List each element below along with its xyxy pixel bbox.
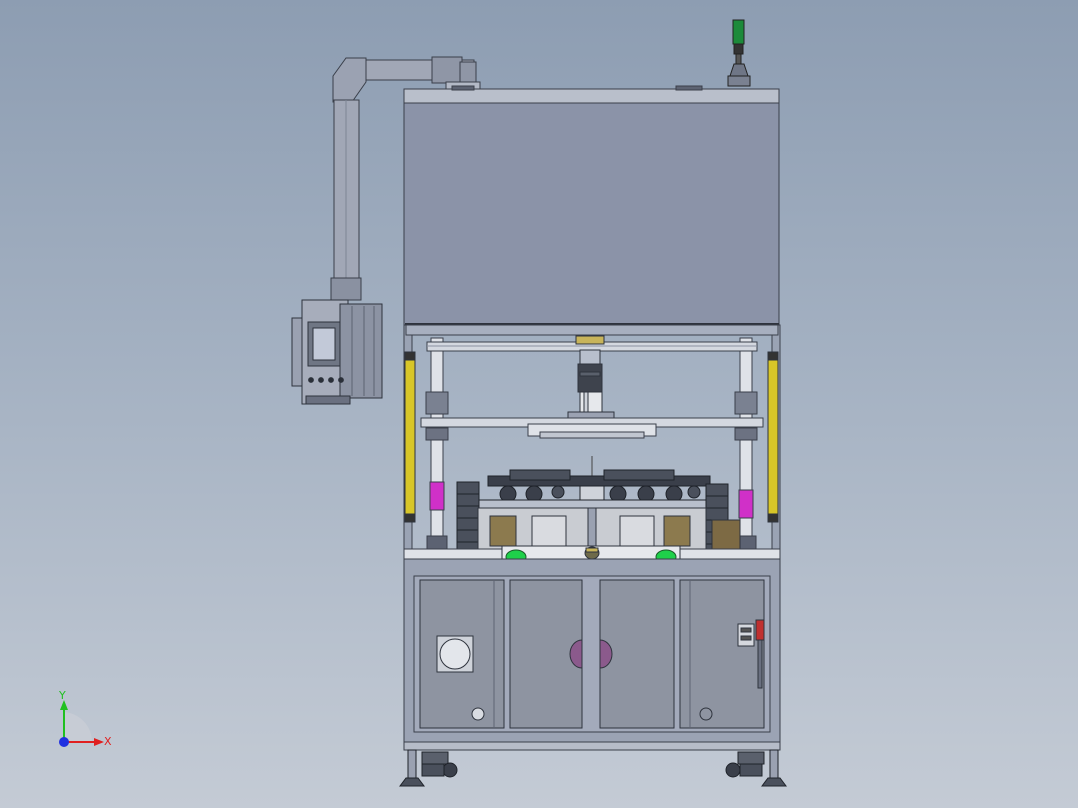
cad-viewport[interactable]: Y X	[0, 0, 1078, 808]
emergency-stop-button[interactable]	[584, 546, 600, 560]
cabinet-door-4[interactable]	[679, 579, 765, 729]
guide-column-right	[734, 337, 758, 551]
caster-right	[725, 751, 765, 778]
y-axis-label: Y	[58, 689, 66, 702]
cable-gland	[471, 707, 485, 721]
view-orientation-triad[interactable]: Y X	[58, 689, 112, 748]
fixture-assembly	[477, 456, 711, 509]
cabinet-door-2[interactable]	[509, 579, 583, 729]
upper-guard-cover	[403, 85, 780, 326]
foot-left	[399, 749, 425, 787]
signal-tower-icon[interactable]	[727, 19, 751, 87]
machine-model: Y X	[58, 19, 787, 787]
caster-left	[421, 751, 458, 778]
guide-column-left	[425, 337, 449, 551]
cable-chain-left	[456, 481, 480, 551]
z-axis-dot	[59, 737, 69, 747]
foot-right	[761, 749, 787, 787]
slide-base	[477, 507, 741, 551]
moving-platen	[420, 417, 764, 439]
x-axis-label: X	[104, 735, 112, 748]
fan-grille-icon	[436, 635, 474, 673]
base-rail	[403, 741, 781, 751]
hmi-panel-icon[interactable]	[291, 299, 383, 405]
cabinet-door-3[interactable]	[599, 579, 675, 729]
hmi-screen[interactable]	[312, 327, 336, 361]
